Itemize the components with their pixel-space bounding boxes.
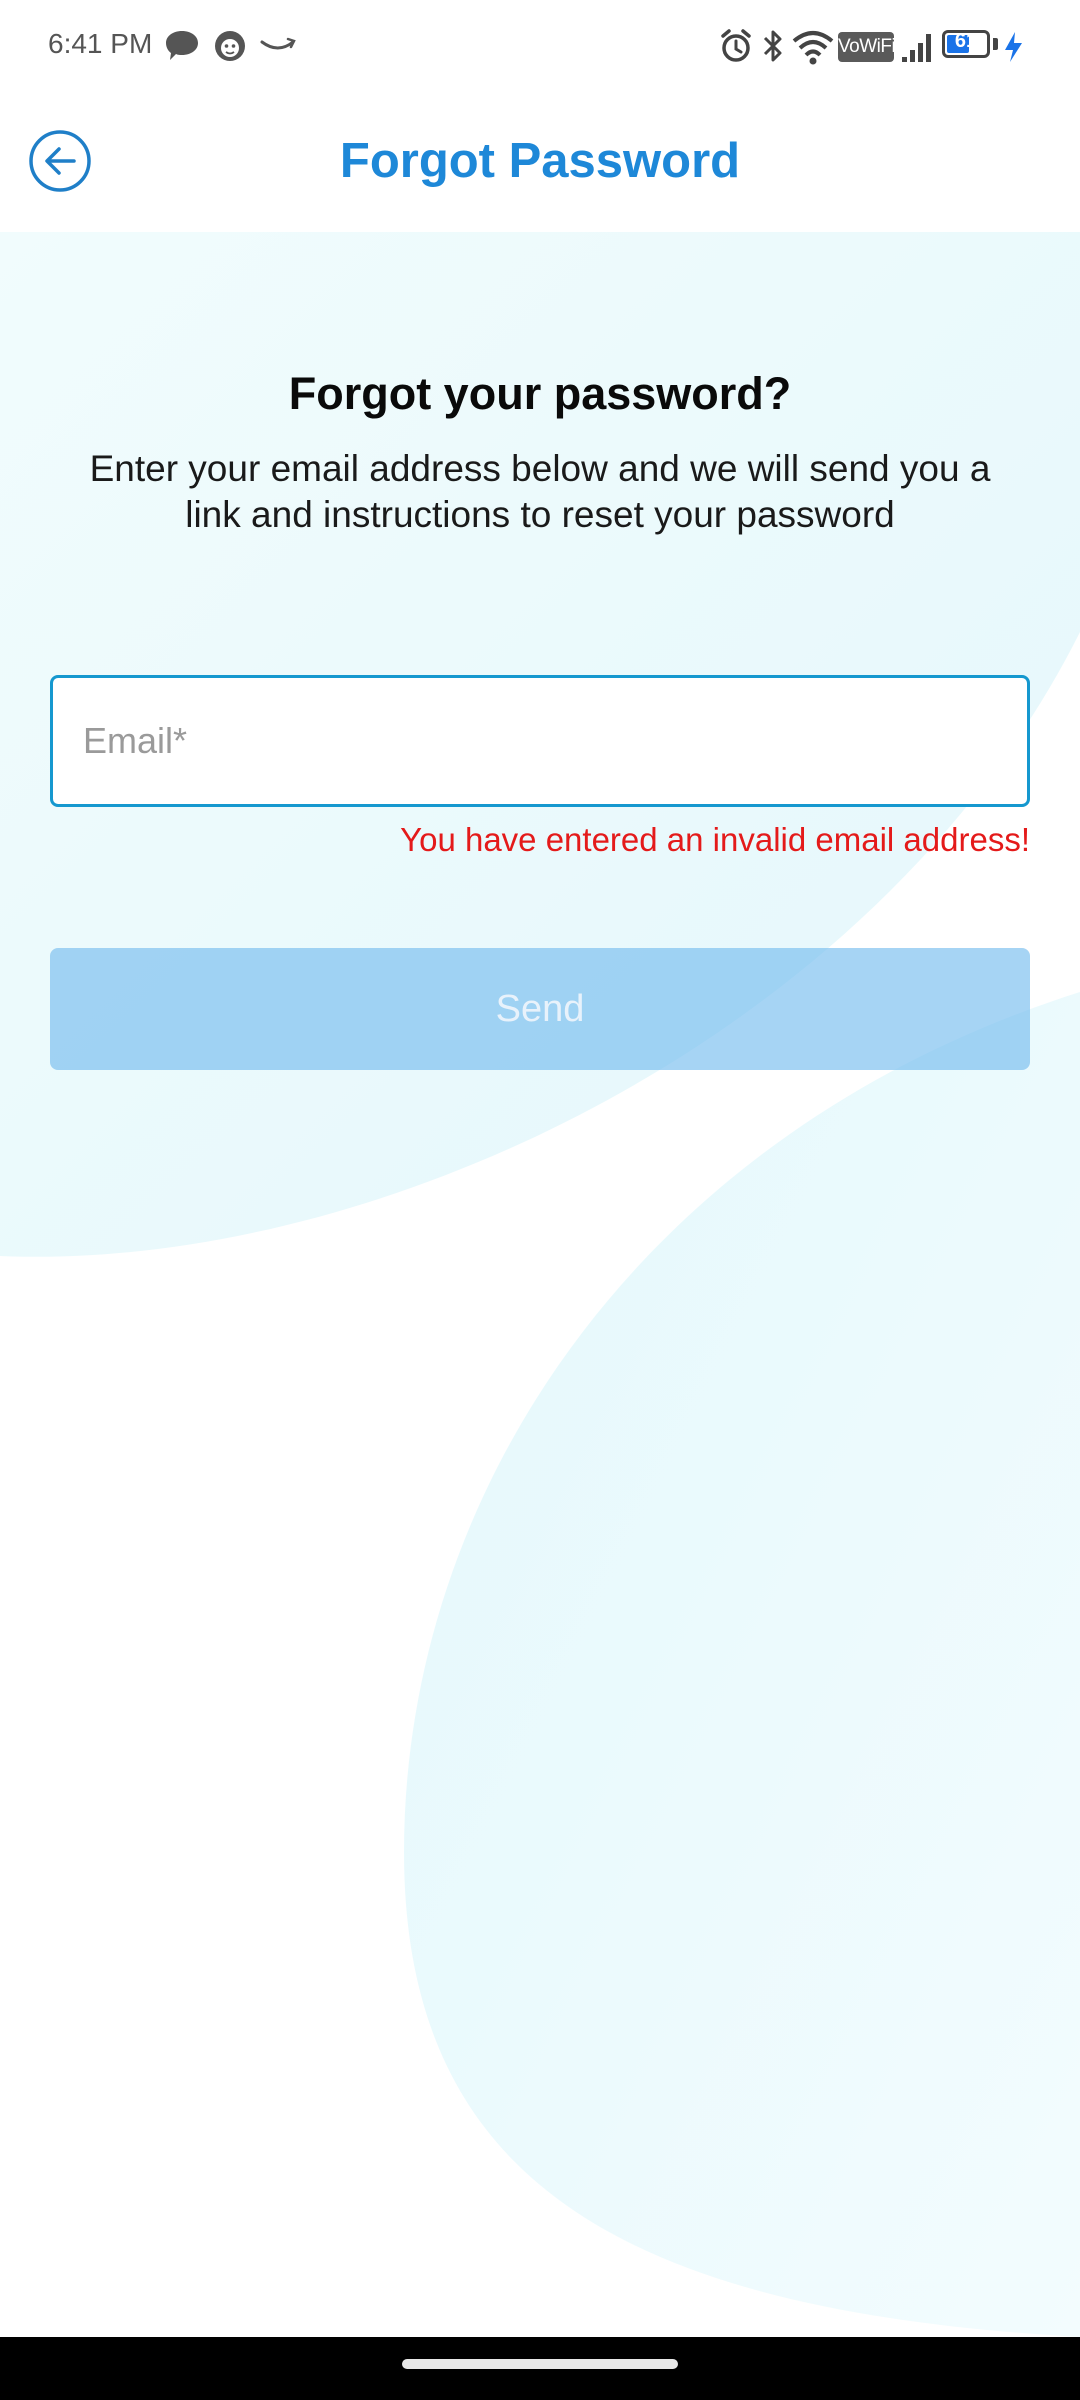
form-description: Enter your email address below and we wi…	[89, 448, 991, 535]
battery-tip	[993, 38, 998, 50]
cell-signal-icon	[902, 34, 931, 62]
send-button[interactable]: Send	[50, 948, 1030, 1070]
status-time: 6:41 PM	[48, 28, 153, 59]
bottom-background-swoosh	[404, 992, 1080, 2337]
vowifi-badge: VoWiFi	[838, 32, 896, 62]
battery-icon: 61	[942, 30, 990, 58]
page-title: Forgot Password	[339, 134, 741, 188]
form-heading: Forgot your password?	[288, 368, 792, 419]
email-field[interactable]	[50, 675, 1030, 807]
home-indicator[interactable]	[402, 2359, 678, 2369]
email-error-message: You have entered an invalid email addres…	[400, 821, 1030, 858]
battery-level: 61	[954, 30, 978, 52]
cat-face-icon	[215, 31, 245, 61]
alarm-icon	[721, 29, 751, 62]
app-bar: Forgot Password	[0, 92, 1080, 232]
system-navigation-bar	[0, 2337, 1080, 2400]
charging-bolt-icon	[1005, 32, 1022, 62]
bluetooth-icon	[763, 30, 782, 62]
background-decoration	[0, 232, 1080, 2337]
status-bar: 6:41 PM VoWiFi 61	[0, 0, 1080, 92]
amazon-smile-icon	[260, 37, 296, 50]
message-bubble-icon	[166, 31, 198, 60]
wifi-icon	[792, 31, 834, 65]
